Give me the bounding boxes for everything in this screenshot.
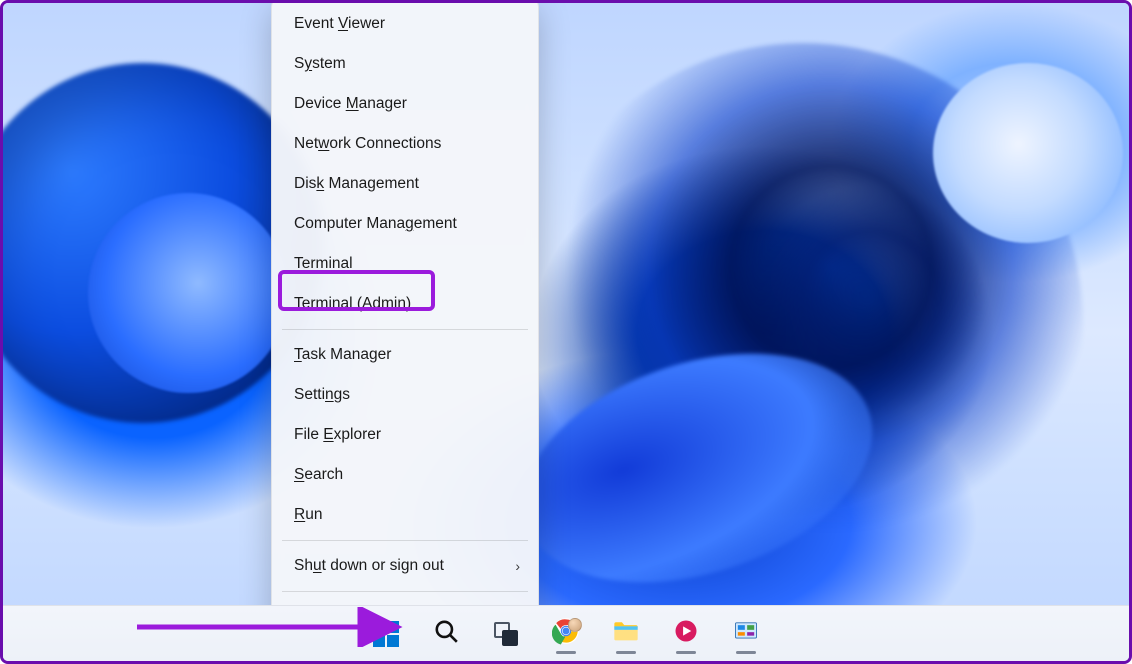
folder-icon [612,617,640,650]
menu-item-accelerator: u [313,557,322,574]
menu-item-text-pre: Device [294,95,346,112]
menu-item-search[interactable]: Search [276,455,534,495]
chrome-profile-avatar [568,618,582,632]
taskbar-control-panel-button[interactable] [724,612,768,656]
taskbar [3,605,1129,661]
menu-item-shutdown-signout[interactable]: Shut down or sign out › [276,546,534,586]
menu-item-text-pre: Setti [294,386,325,403]
menu-item-settings[interactable]: Settings [276,375,534,415]
winx-context-menu: Event ViewerSystemDevice ManagerNetwork … [271,0,539,646]
menu-item-text-pre: Net [294,135,318,152]
running-indicator [736,651,756,654]
menu-item-terminal-admin[interactable]: Terminal (Admin) [276,284,534,324]
menu-item-text-post: ask Manager [302,346,392,363]
menu-item-system[interactable]: System [276,44,534,84]
control-panel-icon [732,617,760,650]
menu-item-accelerator: E [323,426,333,443]
menu-item-network-connections[interactable]: Network Connections [276,124,534,164]
menu-item-disk-management[interactable]: Disk Management [276,164,534,204]
menu-item-event-viewer[interactable]: Event Viewer [276,4,534,44]
running-indicator [676,651,696,654]
menu-separator [282,329,528,330]
windows-logo-icon [373,621,399,647]
menu-item-text-pre: File [294,426,323,443]
taskbar-taskview-button[interactable] [484,612,528,656]
menu-item-text-post: stem [312,55,346,72]
menu-separator [282,540,528,541]
menu-item-text-post: dmin) [372,295,411,312]
taskbar-start-button[interactable] [364,612,408,656]
menu-item-text-post: nal [332,255,353,272]
menu-item-accelerator: n [325,386,334,403]
menu-item-text-post: t down or sign out [322,557,444,574]
menu-item-computer-management[interactable]: Computer Management [276,204,534,244]
menu-item-text-pre: Terminal ( [294,295,362,312]
menu-item-text-post: earch [304,466,343,483]
menu-item-text-pre: Sh [294,557,313,574]
menu-item-text-post: iewer [348,15,385,32]
desktop-wallpaper [3,3,1129,661]
running-indicator [556,651,576,654]
menu-item-text-pre: Dis [294,175,316,192]
menu-item-text-pre: S [294,55,304,72]
record-app-icon [672,617,700,650]
menu-item-device-manager[interactable]: Device Manager [276,84,534,124]
screenshot-frame: Event ViewerSystemDevice ManagerNetwork … [0,0,1132,664]
taskbar-chrome-button[interactable] [544,612,588,656]
menu-item-accelerator: S [294,466,304,483]
running-indicator [616,651,636,654]
task-view-icon [494,622,518,646]
chevron-right-icon: › [515,555,520,577]
menu-separator [282,591,528,592]
menu-item-text-pre: Term [294,255,328,272]
menu-item-task-manager[interactable]: Task Manager [276,335,534,375]
menu-item-accelerator: g [405,215,414,232]
menu-item-accelerator: T [294,346,302,363]
taskbar-search-button[interactable] [424,612,468,656]
menu-item-text-post: un [305,506,322,523]
taskbar-file-explorer-button[interactable] [604,612,648,656]
menu-item-text-post: ement [414,215,457,232]
menu-item-accelerator: A [362,295,372,312]
menu-item-accelerator: V [338,15,348,32]
menu-item-text-post: gs [334,386,350,403]
menu-item-file-explorer[interactable]: File Explorer [276,415,534,455]
menu-item-text-post: Management [324,175,419,192]
menu-item-accelerator: k [316,175,324,192]
menu-item-text-pre: Event [294,15,338,32]
menu-item-run[interactable]: Run [276,495,534,535]
menu-item-text-post: anager [359,95,407,112]
menu-item-text-post: xplorer [334,426,381,443]
taskbar-app-button-1[interactable] [664,612,708,656]
menu-item-accelerator: y [304,55,312,72]
menu-item-accelerator: M [346,95,359,112]
menu-item-text-post: ork Connections [329,135,441,152]
menu-item-terminal[interactable]: Terminal [276,244,534,284]
menu-item-text-pre: Computer Mana [294,215,405,232]
menu-item-accelerator: R [294,506,305,523]
menu-item-accelerator: w [318,135,329,152]
search-icon [433,618,459,649]
